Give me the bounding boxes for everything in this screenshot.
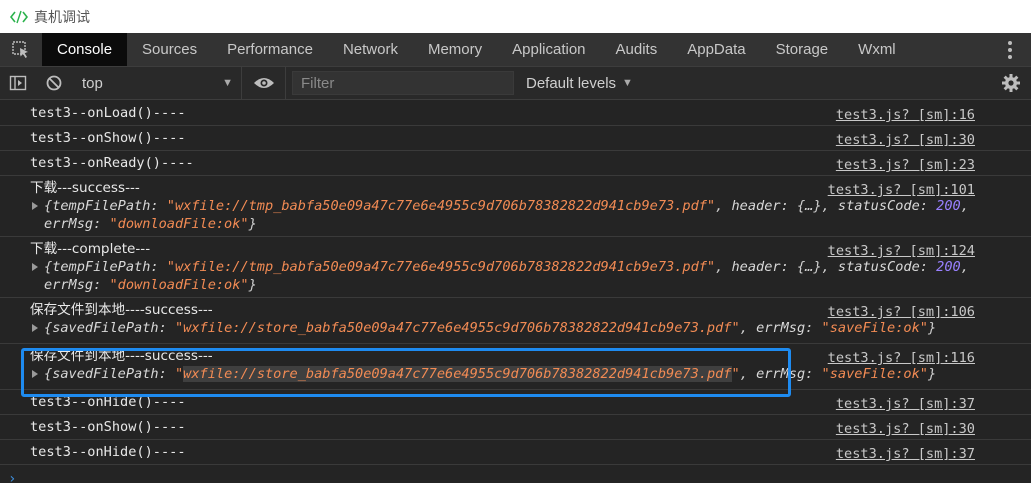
gear-icon xyxy=(1002,74,1020,92)
highlighted-path: wxfile://store_babfa50e09a47c77e6e4955c9… xyxy=(183,366,732,382)
expand-triangle-icon[interactable] xyxy=(32,324,38,332)
live-expression-button[interactable] xyxy=(242,66,286,100)
console-message: test3--onHide()---- test3.js? [sm]:37 xyxy=(0,440,1031,465)
log-text: test3--onHide()---- xyxy=(30,394,186,410)
console-toolbar: top ▼ Default levels ▼ xyxy=(0,66,1031,100)
expand-triangle-icon[interactable] xyxy=(32,263,38,271)
filter-input[interactable] xyxy=(292,71,514,95)
dropdown-arrow-icon: ▼ xyxy=(222,77,233,89)
clear-console-button[interactable] xyxy=(36,67,72,100)
window-title: 真机调试 xyxy=(34,9,90,26)
show-sidebar-button[interactable] xyxy=(0,67,36,100)
log-text: test3--onLoad()---- xyxy=(30,105,186,121)
object-preview[interactable]: {savedFilePath: "wxfile://store_babfa50e… xyxy=(30,365,975,383)
context-selector[interactable]: top ▼ xyxy=(72,66,242,100)
console-message: test3--onShow()---- test3.js? [sm]:30 xyxy=(0,126,1031,151)
object-preview[interactable]: {tempFilePath: "wxfile://tmp_babfa50e09a… xyxy=(30,197,975,233)
tab-sources[interactable]: Sources xyxy=(127,33,212,66)
code-brackets-icon xyxy=(10,10,28,23)
dropdown-arrow-icon: ▼ xyxy=(622,77,633,89)
console-message: test3--onHide()---- test3.js? [sm]:37 xyxy=(0,390,1031,415)
console-message: 保存文件到本地----success--- test3.js? [sm]:106… xyxy=(0,298,1031,344)
source-link[interactable]: test3.js? [sm]:37 xyxy=(836,395,975,413)
devtools-tabbar: Console Sources Performance Network Memo… xyxy=(0,33,1031,67)
tabbar-spacer xyxy=(911,33,989,66)
tab-wxml[interactable]: Wxml xyxy=(843,33,911,66)
console-messages[interactable]: test3--onLoad()---- test3.js? [sm]:16 te… xyxy=(0,101,1031,483)
source-link[interactable]: test3.js? [sm]:30 xyxy=(836,420,975,438)
expand-triangle-icon[interactable] xyxy=(32,370,38,378)
tab-application[interactable]: Application xyxy=(497,33,600,66)
console-message: test3--onLoad()---- test3.js? [sm]:16 xyxy=(0,101,1031,126)
tab-console[interactable]: Console xyxy=(42,33,128,66)
tab-audits[interactable]: Audits xyxy=(601,33,673,66)
inspect-cursor-icon xyxy=(12,40,28,58)
log-text: test3--onShow()---- xyxy=(30,419,186,435)
log-text: test3--onHide()---- xyxy=(30,444,186,460)
log-levels-label: Default levels xyxy=(526,74,617,92)
console-message-selected: 保存文件到本地----success--- test3.js? [sm]:116… xyxy=(0,344,1031,390)
source-link[interactable]: test3.js? [sm]:23 xyxy=(836,156,975,174)
clear-console-icon xyxy=(46,75,62,91)
sidebar-toggle-icon xyxy=(9,75,27,91)
context-value: top xyxy=(82,74,103,92)
console-settings-button[interactable] xyxy=(991,67,1031,100)
tab-memory[interactable]: Memory xyxy=(413,33,497,66)
window-titlebar: 真机调试 xyxy=(0,0,1031,33)
eye-icon xyxy=(253,78,274,88)
log-text: test3--onReady()---- xyxy=(30,155,194,171)
tab-network[interactable]: Network xyxy=(328,33,413,66)
console-message: 下载---complete--- test3.js? [sm]:124 {tem… xyxy=(0,237,1031,298)
source-link[interactable]: test3.js? [sm]:16 xyxy=(836,106,975,124)
console-message: test3--onReady()---- test3.js? [sm]:23 xyxy=(0,151,1031,176)
log-text: test3--onShow()---- xyxy=(30,130,186,146)
more-options-button[interactable] xyxy=(989,33,1031,66)
tab-appdata[interactable]: AppData xyxy=(672,33,760,66)
log-levels-dropdown[interactable]: Default levels ▼ xyxy=(526,75,633,92)
expand-triangle-icon[interactable] xyxy=(32,202,38,210)
inspect-element-button[interactable] xyxy=(0,33,42,66)
source-link[interactable]: test3.js? [sm]:37 xyxy=(836,445,975,463)
console-message: 下载---success--- test3.js? [sm]:101 {temp… xyxy=(0,176,1031,237)
console-message: test3--onShow()---- test3.js? [sm]:30 xyxy=(0,415,1031,440)
object-preview[interactable]: {tempFilePath: "wxfile://tmp_babfa50e09a… xyxy=(30,258,975,294)
source-link[interactable]: test3.js? [sm]:30 xyxy=(836,131,975,149)
object-preview[interactable]: {savedFilePath: "wxfile://store_babfa50e… xyxy=(30,319,975,337)
tab-performance[interactable]: Performance xyxy=(212,33,328,66)
tab-storage[interactable]: Storage xyxy=(761,33,844,66)
console-prompt-icon[interactable]: › xyxy=(8,471,16,483)
